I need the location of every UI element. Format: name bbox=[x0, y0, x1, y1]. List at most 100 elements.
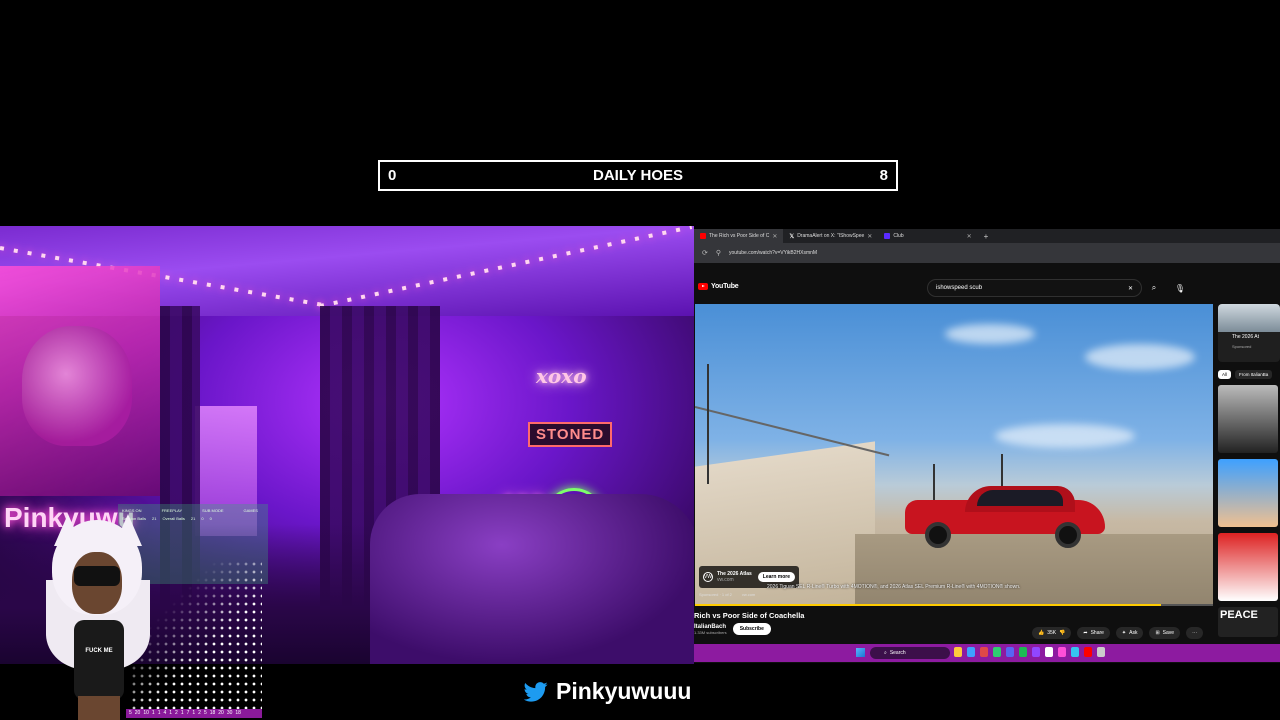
score-strip-cell: 1 bbox=[169, 710, 173, 716]
youtube-favicon-icon bbox=[700, 233, 706, 239]
app-icon[interactable] bbox=[1097, 647, 1105, 657]
chip-all[interactable]: All bbox=[1218, 370, 1232, 379]
sidebar-ad-sponsored: Sponsored bbox=[1232, 344, 1252, 349]
filter-chips: All From ItalianBa bbox=[1218, 370, 1280, 379]
score-strip-cell: 1 bbox=[192, 710, 196, 716]
video-player[interactable]: VW The 2026 Atlas vw.com Learn more Spon… bbox=[695, 304, 1213, 606]
app-icon[interactable] bbox=[1058, 647, 1066, 657]
neon-stoned-sign: STONED bbox=[528, 422, 613, 447]
avatar-shirt-text: FUCK ME bbox=[85, 648, 113, 654]
twitch-icon[interactable] bbox=[1032, 647, 1040, 657]
video-progress-bar[interactable] bbox=[695, 604, 1213, 606]
overlay-cell: 0 bbox=[201, 516, 204, 521]
x-favicon-icon: 𝕏 bbox=[789, 233, 795, 240]
clear-search-icon[interactable]: ✕ bbox=[1128, 285, 1133, 292]
tab-dramaalert[interactable]: 𝕏 DramaAlert on X: "IShowSpee ✕ bbox=[783, 229, 878, 243]
overlay-cell: 21 bbox=[190, 516, 196, 521]
spotify-icon[interactable] bbox=[1019, 647, 1027, 657]
vw-logo-icon: VW bbox=[703, 572, 713, 582]
overlay-cell: 0 bbox=[209, 516, 212, 521]
thumbs-up-icon: 👍 bbox=[1038, 630, 1045, 636]
share-icon: ➦ bbox=[1083, 630, 1088, 636]
close-tab-icon[interactable]: ✕ bbox=[967, 233, 972, 240]
save-button[interactable]: ⊞ Save bbox=[1149, 627, 1181, 639]
twitter-handle-text: Pinkyuwuuu bbox=[556, 678, 692, 704]
progress-fill bbox=[695, 604, 1162, 606]
red-car bbox=[905, 486, 1105, 548]
app-icon[interactable] bbox=[980, 647, 988, 657]
twitter-bird-icon bbox=[524, 681, 548, 702]
cloud bbox=[1085, 344, 1195, 370]
video-caption: 2026 Tiguan SEL R-Line® Turbo with 4MOTI… bbox=[767, 584, 1021, 590]
sidebar-ad[interactable]: The 2026 At Sponsored bbox=[1218, 304, 1280, 362]
search-input[interactable]: ishowspeed scub ✕ bbox=[927, 279, 1142, 297]
discord-icon[interactable] bbox=[1006, 647, 1014, 657]
taskbar-search[interactable]: ⌕ Search bbox=[870, 647, 950, 659]
app-icon[interactable] bbox=[1071, 647, 1079, 657]
url-field[interactable]: youtube.com/watch?v=VYikB2HXsmnM bbox=[729, 250, 1272, 256]
search-icon[interactable]: ⌕ bbox=[1146, 279, 1162, 297]
score-strip-cell: 5 bbox=[129, 710, 132, 716]
score-strip-cell: 1 bbox=[151, 710, 155, 716]
score-strip-cell: 1 bbox=[180, 710, 184, 716]
score-strip: 5 20 10 1 1 4 1 2 1 7 1 2 5 18 20 30 18 bbox=[126, 709, 262, 718]
club-favicon-icon bbox=[884, 233, 891, 239]
search-query: ishowspeed scub bbox=[936, 285, 983, 291]
chip-from-channel[interactable]: From ItalianBa bbox=[1235, 370, 1273, 379]
search-icon: ⌕ bbox=[884, 650, 887, 656]
recommended-thumbnail[interactable] bbox=[1218, 385, 1278, 453]
cloud bbox=[945, 324, 1035, 344]
reload-icon[interactable]: ⟳ bbox=[702, 249, 708, 257]
taskbar-apps bbox=[954, 647, 1105, 657]
tab-club[interactable]: Club ✕ bbox=[878, 229, 977, 243]
overlay-header: KINGS ON bbox=[122, 508, 142, 513]
learn-more-button[interactable]: Learn more bbox=[757, 572, 795, 582]
recommended-thumbnail[interactable]: PEACE bbox=[1218, 607, 1278, 637]
more-options-icon[interactable]: ⋯ bbox=[1186, 627, 1204, 639]
youtube-logo[interactable]: YouTube bbox=[698, 283, 739, 290]
windows-taskbar: ⌕ Search bbox=[694, 644, 1280, 662]
score-strip-cell: 18 bbox=[209, 710, 216, 716]
wall-art bbox=[0, 266, 160, 496]
tab-label: The Rich vs Poor Side of C bbox=[709, 233, 770, 239]
twitter-handle: Pinkyuwuuu bbox=[524, 678, 691, 705]
close-tab-icon[interactable]: ✕ bbox=[772, 233, 777, 240]
score-strip-cell: 20 bbox=[218, 710, 224, 716]
channel-row: ItalianBach 1.33M subscribers Subscribe bbox=[694, 623, 771, 635]
microphone-icon[interactable]: 🎙 bbox=[1172, 279, 1188, 297]
obs-icon[interactable] bbox=[1045, 647, 1053, 657]
thumbs-down-icon[interactable]: 👎 bbox=[1059, 630, 1065, 636]
subscribe-button[interactable]: Subscribe bbox=[732, 623, 771, 635]
sofa bbox=[370, 494, 694, 664]
chrome-icon[interactable] bbox=[993, 647, 1001, 657]
video-title: Rich vs Poor Side of Coachella bbox=[694, 611, 805, 620]
channel-name[interactable]: ItalianBach bbox=[694, 624, 727, 630]
file-explorer-icon[interactable] bbox=[954, 647, 962, 657]
vtuber-avatar: FUCK ME bbox=[28, 514, 168, 720]
address-bar: ⟳ ⚲ youtube.com/watch?v=VYikB2HXsmnM bbox=[694, 243, 1280, 263]
ad-domain: vw.com bbox=[717, 577, 734, 583]
sparkle-icon: ✦ bbox=[1121, 630, 1127, 636]
edge-icon[interactable] bbox=[967, 647, 975, 657]
neon-xoxo-sign: xoxo bbox=[536, 364, 587, 388]
recommended-thumbnail[interactable] bbox=[1218, 533, 1278, 601]
tab-youtube-video[interactable]: The Rich vs Poor Side of C ✕ bbox=[694, 229, 784, 243]
app-icon[interactable] bbox=[1084, 647, 1092, 657]
close-tab-icon[interactable]: ✕ bbox=[867, 233, 872, 240]
overlay-header: GAMES bbox=[243, 508, 258, 513]
score-strip-cell: 30 bbox=[226, 710, 233, 716]
daily-hoes-scoreboard: 0 DAILY HOES 8 bbox=[378, 160, 898, 191]
ask-button[interactable]: ✦ Ask bbox=[1115, 627, 1144, 639]
windows-start-icon[interactable] bbox=[856, 648, 865, 657]
like-button[interactable]: 👍 35K 👎 bbox=[1032, 627, 1072, 639]
score-strip-cell: 5 bbox=[203, 710, 207, 716]
score-strip-cell: 2 bbox=[175, 710, 178, 716]
lamp-post bbox=[707, 364, 709, 484]
recommended-thumbnail[interactable] bbox=[1218, 459, 1278, 527]
subscriber-count: 1.33M subscribers bbox=[694, 629, 727, 635]
site-info-icon[interactable]: ⚲ bbox=[716, 249, 721, 257]
score-strip-cell: 4 bbox=[163, 710, 167, 716]
share-button[interactable]: ➦ Share bbox=[1077, 627, 1110, 639]
browser-window: The Rich vs Poor Side of C ✕ 𝕏 DramaAler… bbox=[694, 229, 1280, 663]
new-tab-icon[interactable]: + bbox=[978, 232, 995, 241]
